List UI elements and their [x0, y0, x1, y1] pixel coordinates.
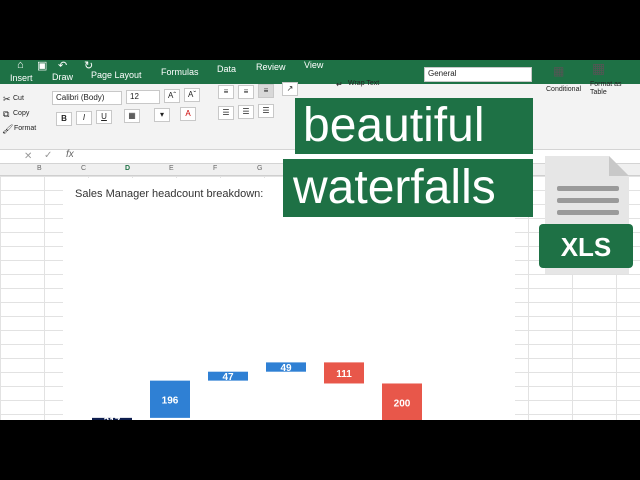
excel-window: ⌂ ▣ ↶ ↻ Insert Draw Page Layout Formulas…	[0, 60, 640, 420]
conditional-formatting-icon[interactable]: ▦	[553, 64, 564, 78]
column-header[interactable]: C	[81, 165, 86, 172]
font-name-select[interactable]: Calibri (Body)	[52, 91, 122, 105]
align-center-button[interactable]: ☰	[238, 105, 254, 119]
bar-value-label: 196	[162, 395, 179, 406]
ribbon-tab-bar: ⌂ ▣ ↶ ↻ Insert Draw Page Layout Formulas…	[0, 60, 640, 84]
font-color-button[interactable]: A	[180, 107, 196, 121]
insert-function-button[interactable]: fx	[66, 149, 74, 160]
tab-view[interactable]: View	[304, 60, 323, 70]
bar-value-label: 49	[280, 363, 292, 374]
format-as-table-icon[interactable]: ▦	[592, 60, 605, 77]
font-size-select[interactable]: 12	[126, 90, 160, 104]
format-painter-icon[interactable]: 🖌	[2, 124, 13, 135]
cancel-formula-icon[interactable]: ✕	[24, 151, 32, 162]
bar-value-label: 47	[222, 372, 234, 383]
bold-button[interactable]: B	[56, 112, 72, 126]
wrap-text-icon[interactable]: ↵	[336, 80, 343, 89]
align-bottom-button[interactable]: ≡	[258, 84, 274, 98]
column-header[interactable]: G	[257, 165, 262, 172]
tab-page-layout[interactable]: Page Layout	[91, 70, 142, 80]
tab-insert[interactable]: Insert	[10, 73, 33, 83]
format-as-table-button[interactable]: Format as Table	[590, 81, 630, 97]
number-format-select[interactable]: General	[424, 67, 532, 82]
tab-draw[interactable]: Draw	[52, 72, 73, 82]
copy-icon[interactable]: ⧉	[3, 109, 9, 120]
bar-value-label: 200	[394, 398, 411, 409]
tab-review[interactable]: Review	[256, 62, 286, 72]
fill-color-button[interactable]: ▾	[154, 108, 170, 122]
conditional-formatting-button[interactable]: Conditional	[546, 86, 581, 93]
copy-button[interactable]: Copy	[13, 110, 29, 117]
format-painter-button[interactable]: Format	[14, 125, 36, 132]
align-left-button[interactable]: ☰	[218, 106, 234, 120]
home-icon[interactable]: ⌂	[17, 60, 24, 71]
save-icon[interactable]: ▣	[37, 60, 47, 72]
orientation-button[interactable]: ↗	[282, 82, 298, 96]
cut-button[interactable]: Cut	[13, 95, 24, 102]
headline-waterfalls: waterfalls	[283, 159, 533, 217]
wrap-text-button[interactable]: Wrap Text	[348, 80, 379, 87]
italic-button[interactable]: I	[76, 111, 92, 125]
confirm-formula-icon[interactable]: ✓	[44, 150, 52, 161]
increase-font-button[interactable]: Aˆ	[164, 89, 180, 103]
column-header[interactable]: E	[169, 165, 174, 172]
borders-button[interactable]: ▦	[124, 109, 140, 123]
bar-value-label: 111	[336, 369, 352, 380]
bar-value-label: 317	[104, 416, 121, 420]
tab-data[interactable]: Data	[217, 64, 236, 74]
xls-file-icon: XLS	[539, 156, 633, 274]
column-header[interactable]: F	[213, 165, 217, 172]
tab-formulas[interactable]: Formulas	[161, 67, 199, 77]
xls-label: XLS	[561, 232, 612, 262]
align-middle-button[interactable]: ≡	[238, 85, 254, 99]
underline-button[interactable]: U	[96, 110, 112, 124]
column-header[interactable]: D	[125, 165, 130, 172]
bar-value-label: 298	[452, 418, 469, 420]
decrease-font-button[interactable]: Aˇ	[184, 88, 200, 102]
align-top-button[interactable]: ≡	[218, 85, 234, 99]
column-header[interactable]: B	[37, 165, 42, 172]
scissors-icon[interactable]: ✂	[3, 94, 11, 105]
headline-beautiful: beautiful	[295, 98, 533, 154]
undo-icon[interactable]: ↶	[58, 60, 67, 72]
align-right-button[interactable]: ☰	[258, 104, 274, 118]
